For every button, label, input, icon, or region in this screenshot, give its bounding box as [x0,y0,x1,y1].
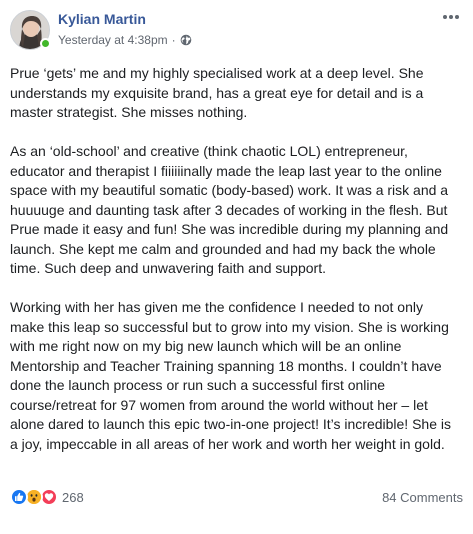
avatar-container[interactable] [10,10,51,50]
post-paragraph: As an ‘old-school’ and creative (think c… [10,143,449,276]
reaction-count[interactable]: 268 [62,490,84,505]
post-footer: 268 84 Comments [10,486,463,508]
dot [455,15,459,19]
comments-count-link[interactable]: 84 Comments [382,490,463,505]
online-status-dot [40,38,51,49]
post-paragraph: Working with her has given me the confid… [10,299,451,452]
reactions-summary[interactable]: 268 [10,488,84,506]
more-options-icon[interactable] [441,10,461,24]
post-timestamp[interactable]: Yesterday at 4:38pm [58,33,168,47]
globe-icon[interactable] [180,34,192,46]
post-body: Prue ‘gets’ me and my highly specialised… [10,64,460,474]
like-icon [10,488,28,506]
post-meta: Yesterday at 4:38pm · [58,33,192,47]
post-header: Kylian Martin Yesterday at 4:38pm · [10,6,463,56]
dot [449,15,453,19]
meta-separator: · [171,33,176,47]
post-paragraph: Prue ‘gets’ me and my highly specialised… [10,65,424,120]
facebook-post: Kylian Martin Yesterday at 4:38pm · Prue… [0,0,473,534]
author-name[interactable]: Kylian Martin [58,11,146,27]
dot [443,15,447,19]
